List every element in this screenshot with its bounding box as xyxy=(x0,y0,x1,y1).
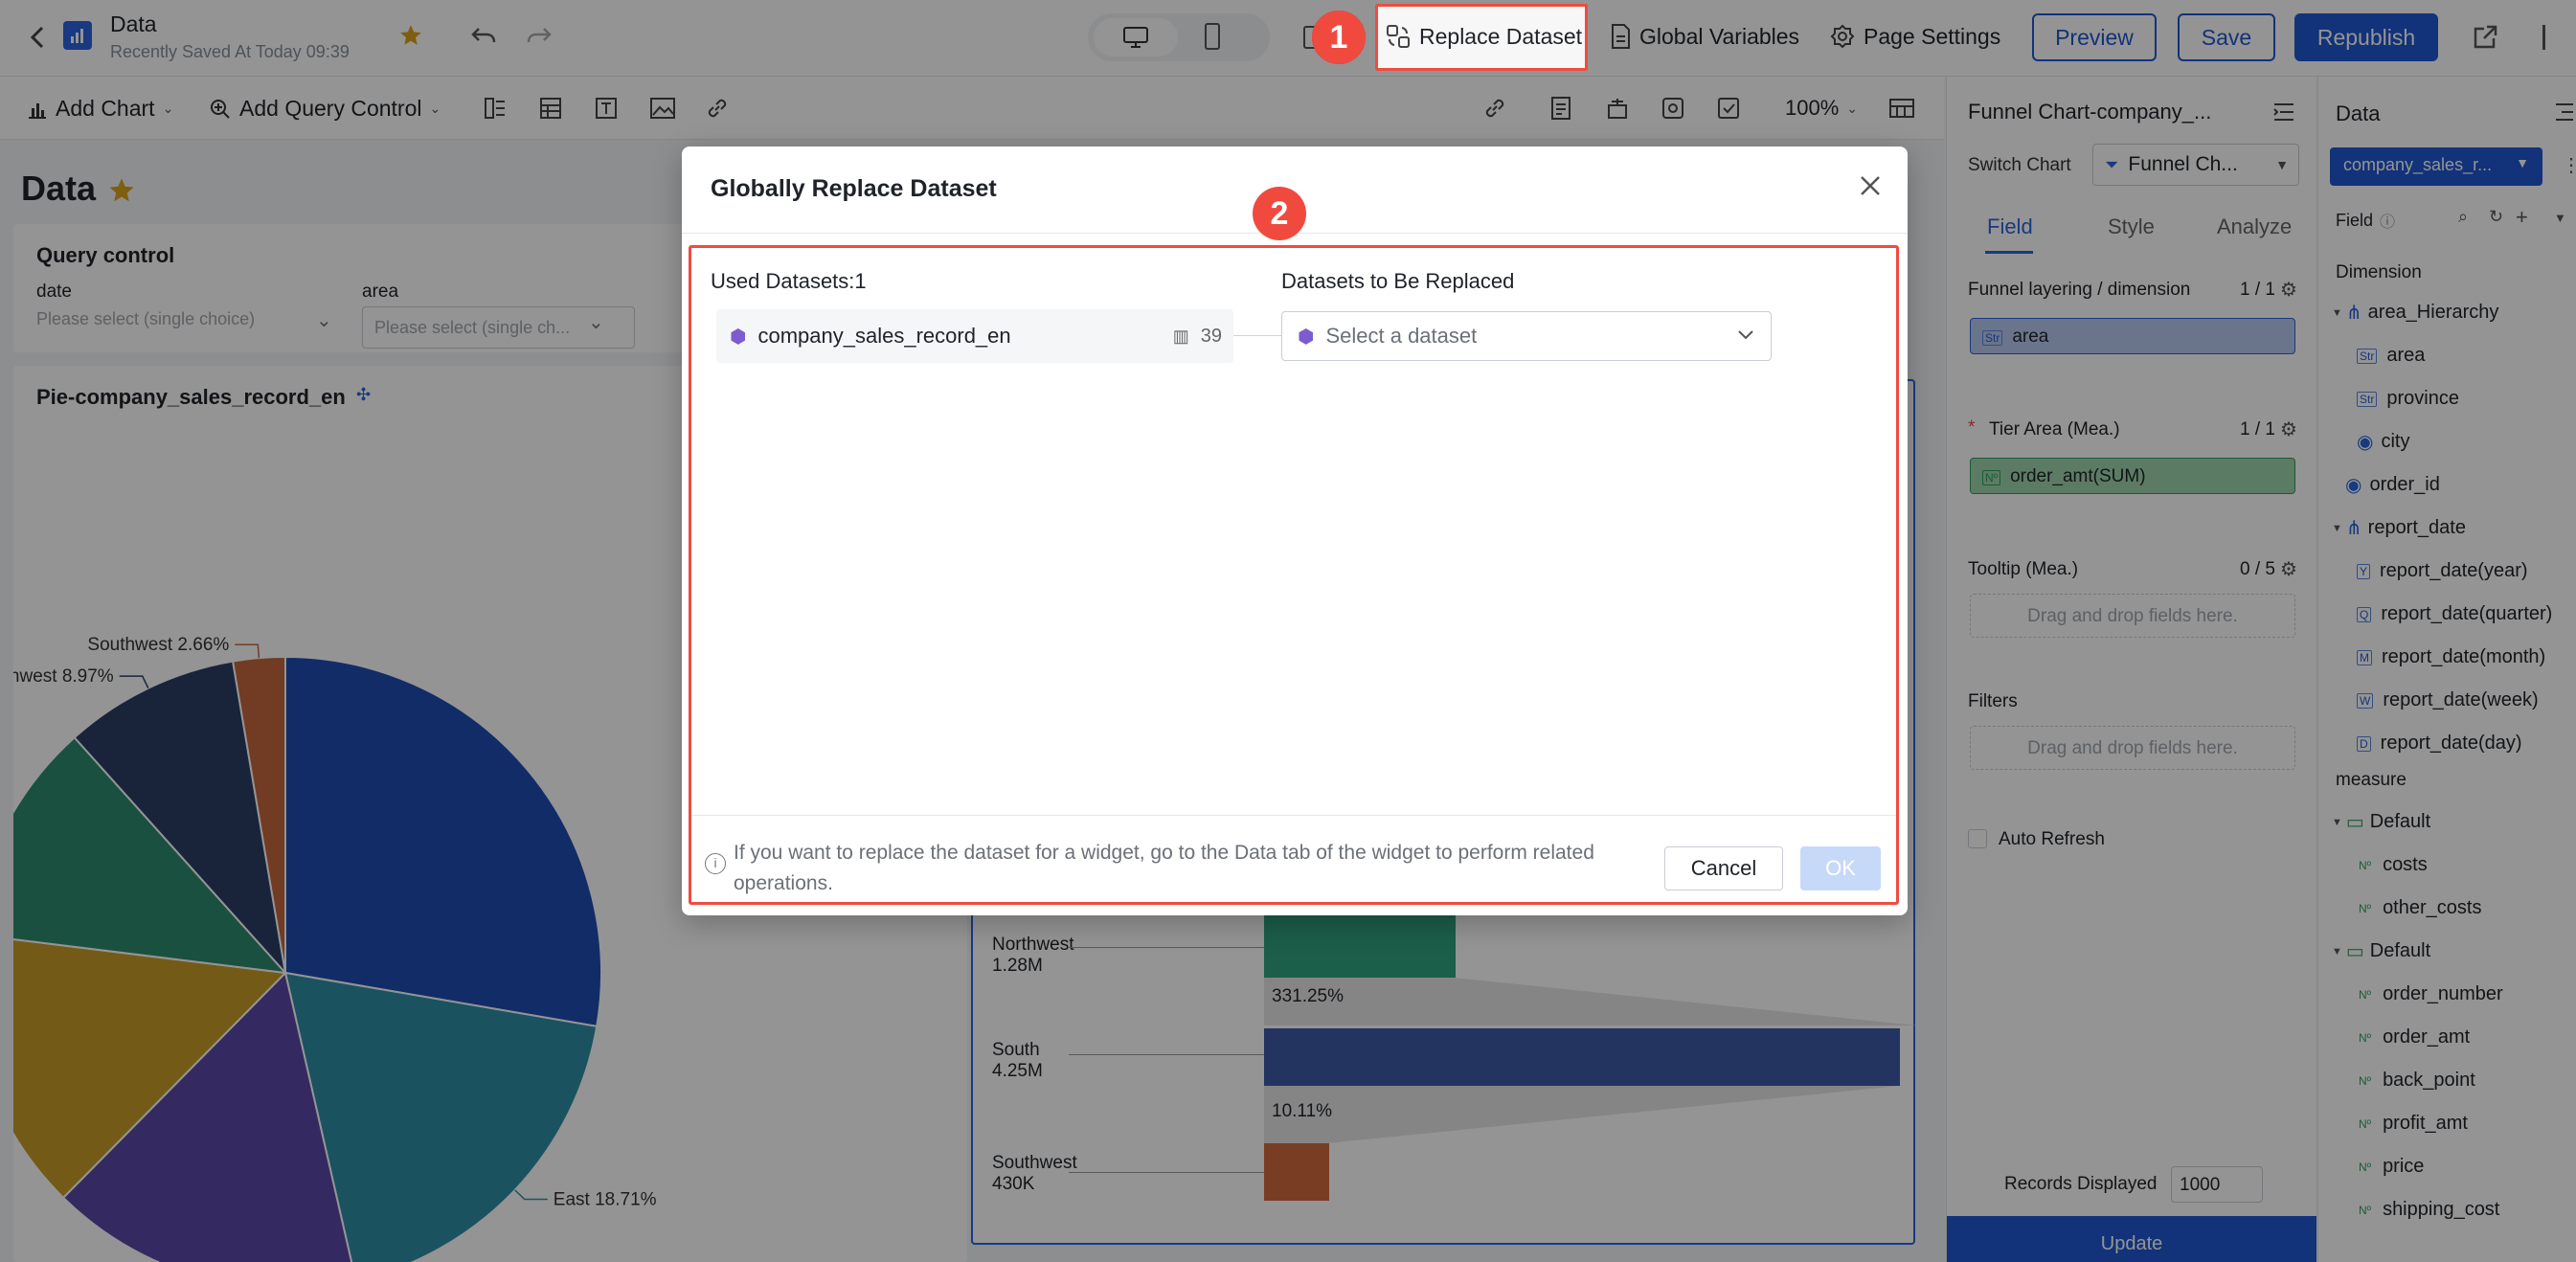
modal-title: Globally Replace Dataset xyxy=(711,175,997,202)
replace-dataset-button[interactable]: Replace Dataset xyxy=(1385,23,1582,50)
info-icon: i xyxy=(705,853,726,874)
dataset-cube-icon: ⬢ xyxy=(1298,326,1315,348)
used-datasets-label: Used Datasets:1 xyxy=(711,269,867,293)
cancel-button[interactable]: Cancel xyxy=(1664,846,1783,890)
replace-dataset-label: Replace Dataset xyxy=(1419,23,1583,49)
close-icon[interactable] xyxy=(1858,173,1883,204)
used-dataset-row: ⬢ company_sales_record_en ▥ 39 xyxy=(716,309,1233,363)
chevron-down-icon xyxy=(1736,326,1755,348)
dataset-select[interactable]: ⬢ Select a dataset xyxy=(1281,311,1772,361)
used-dataset-count: 39 xyxy=(1200,325,1222,347)
replace-dataset-modal: Globally Replace Dataset 2 Used Datasets… xyxy=(682,146,1908,915)
replace-dataset-icon xyxy=(1387,25,1410,48)
used-dataset-name: company_sales_record_en xyxy=(757,324,1011,348)
modal-footer-divider xyxy=(691,815,1896,816)
dataset-select-placeholder: Select a dataset xyxy=(1325,324,1478,348)
annotation-badge-2: 2 xyxy=(1253,187,1306,240)
dataset-cube-icon: ⬢ xyxy=(730,326,747,348)
bar-chart-icon: ▥ xyxy=(1172,326,1189,346)
mapping-connector-line xyxy=(1233,335,1281,336)
replace-datasets-label: Datasets to Be Replaced xyxy=(1281,269,1515,293)
annotation-badge-1: 1 xyxy=(1312,11,1366,64)
ok-button[interactable]: OK xyxy=(1800,846,1881,890)
footer-note: If you want to replace the dataset for a… xyxy=(734,842,1594,894)
